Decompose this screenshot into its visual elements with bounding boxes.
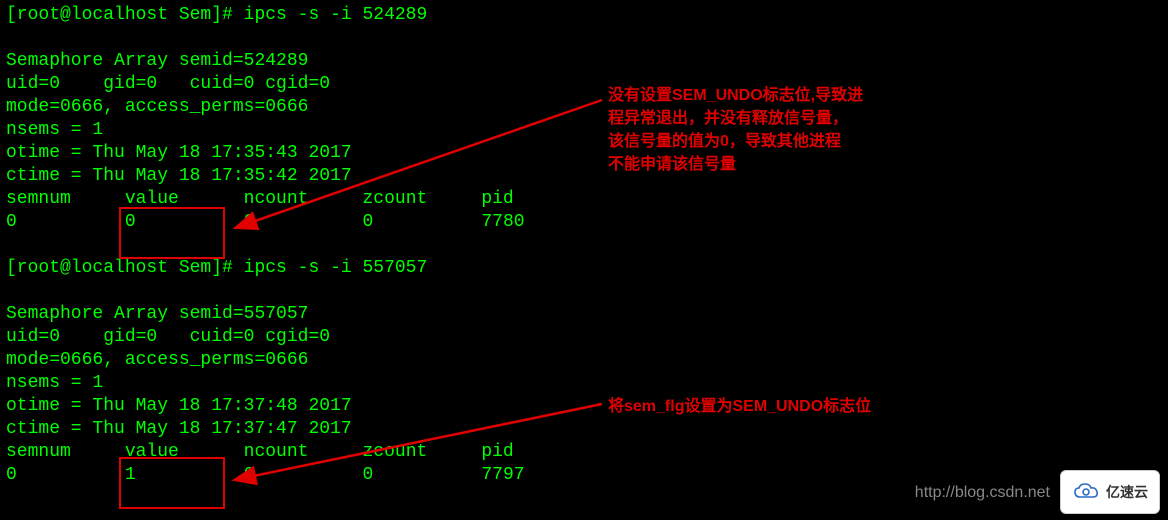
semaphore-title: Semaphore Array semid=524289 [6, 50, 1162, 73]
uid-line: uid=0 gid=0 cuid=0 cgid=0 [6, 73, 1162, 96]
ctime-line: ctime = Thu May 18 17:35:42 2017 [6, 165, 1162, 188]
otime-line: otime = Thu May 18 17:37:48 2017 [6, 395, 1162, 418]
annotation-1: 没有设置SEM_UNDO标志位,导致进 程异常退出，并没有释放信号量， 该信号量… [608, 84, 888, 176]
table-header: semnum value ncount zcount pid [6, 188, 1162, 211]
watermark-text: http://blog.csdn.net [915, 481, 1050, 504]
terminal-output: [root@localhost Sem]# ipcs -s -i 524289 … [6, 4, 1162, 487]
cloud-icon [1072, 482, 1102, 502]
logo-text: 亿速云 [1106, 481, 1148, 504]
command-text: ipcs -s -i 524289 [244, 5, 428, 25]
mode-line: mode=0666, access_perms=0666 [6, 96, 1162, 119]
otime-line: otime = Thu May 18 17:35:43 2017 [6, 142, 1162, 165]
logo-badge: 亿速云 [1060, 470, 1160, 514]
shell-prompt: [root@localhost Sem]# [6, 258, 233, 278]
nsems-line: nsems = 1 [6, 372, 1162, 395]
semaphore-title: Semaphore Array semid=557057 [6, 303, 1162, 326]
table-header: semnum value ncount zcount pid [6, 441, 1162, 464]
prompt-line-2[interactable]: [root@localhost Sem]# ipcs -s -i 557057 [6, 257, 1162, 280]
mode-line: mode=0666, access_perms=0666 [6, 349, 1162, 372]
command-text: ipcs -s -i 557057 [244, 258, 428, 278]
prompt-line-1[interactable]: [root@localhost Sem]# ipcs -s -i 524289 [6, 4, 1162, 27]
nsems-line: nsems = 1 [6, 119, 1162, 142]
shell-prompt: [root@localhost Sem]# [6, 5, 233, 25]
ctime-line: ctime = Thu May 18 17:37:47 2017 [6, 418, 1162, 441]
annotation-2: 将sem_flg设置为SEM_UNDO标志位 [608, 395, 938, 418]
table-row: 0 0 0 0 7780 [6, 211, 1162, 234]
uid-line: uid=0 gid=0 cuid=0 cgid=0 [6, 326, 1162, 349]
